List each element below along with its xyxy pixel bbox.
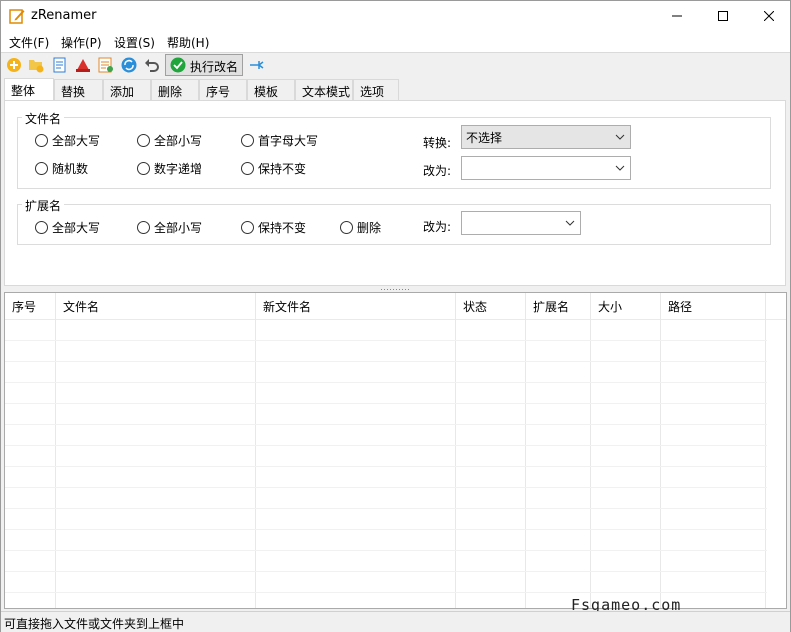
radio-filename-keep[interactable]: 保持不变 [241, 160, 306, 177]
extension-group [17, 204, 771, 245]
convert-select[interactable]: 不选择 [461, 125, 631, 149]
radio-dot[interactable] [35, 162, 48, 175]
tab-replace[interactable]: 替换 [54, 79, 103, 101]
menu-help[interactable]: 帮助(H) [167, 34, 209, 51]
copy-list-icon[interactable] [51, 56, 69, 74]
radio-dot[interactable] [241, 134, 254, 147]
row-divider [5, 340, 767, 341]
chevron-down-icon [615, 165, 625, 171]
maximize-button[interactable] [700, 1, 746, 31]
radio-filename-capitalize[interactable]: 首字母大写 [241, 132, 318, 149]
filename-change-select[interactable] [461, 156, 631, 180]
file-list-grid[interactable]: 序号 文件名 新文件名 状态 扩展名 大小 路径 [4, 292, 787, 609]
tab-text-mode[interactable]: 文本模式 [295, 79, 353, 101]
radio-dot[interactable] [241, 221, 254, 234]
row-divider [5, 424, 767, 425]
filename-group-title: 文件名 [22, 110, 65, 127]
title-bar: zRenamer [1, 1, 790, 31]
edit-list-icon[interactable] [97, 56, 115, 74]
row-divider [5, 592, 767, 593]
execute-rename-label: 执行改名 [190, 60, 239, 74]
execute-rename-button[interactable]: 执行改名 [165, 54, 243, 76]
app-window: zRenamer 文件(F) 操作(P) 设置(S) 帮助(H) 执行改名 整体… [0, 0, 791, 632]
menu-bar: 文件(F) 操作(P) 设置(S) 帮助(H) [1, 31, 790, 53]
convert-select-value: 不选择 [466, 131, 503, 145]
check-icon [170, 57, 186, 73]
row-divider [5, 571, 767, 572]
radio-filename-random[interactable]: 随机数 [35, 160, 88, 177]
tab-add[interactable]: 添加 [103, 79, 151, 101]
minimize-icon [672, 15, 682, 17]
minimize-button[interactable] [654, 1, 700, 31]
radio-dot[interactable] [241, 162, 254, 175]
radio-dot[interactable] [35, 221, 48, 234]
radio-filename-lowercase[interactable]: 全部小写 [137, 132, 202, 149]
row-divider [5, 550, 767, 551]
toolbar [1, 53, 790, 78]
close-button[interactable] [746, 1, 791, 31]
maximize-icon [718, 11, 728, 21]
row-divider [5, 508, 767, 509]
refresh-icon[interactable] [120, 56, 138, 74]
row-divider [5, 445, 767, 446]
row-divider [5, 361, 767, 362]
radio-dot[interactable] [35, 134, 48, 147]
close-icon [764, 11, 774, 21]
menu-settings[interactable]: 设置(S) [114, 34, 155, 51]
status-text: 可直接拖入文件或文件夹到上框中 [4, 617, 185, 631]
chevron-down-icon [565, 220, 575, 226]
tab-options[interactable]: 选项 [353, 79, 399, 101]
row-divider [5, 382, 767, 383]
radio-ext-lowercase[interactable]: 全部小写 [137, 219, 202, 236]
chevron-down-icon [615, 134, 625, 140]
tab-panel-overall: 文件名 全部大写 全部小写 首字母大写 随机数 数字递增 保持不变 转换: 不选… [4, 100, 786, 286]
add-folder-icon[interactable] [27, 56, 45, 74]
radio-ext-delete[interactable]: 删除 [340, 219, 381, 236]
radio-filename-uppercase[interactable]: 全部大写 [35, 132, 100, 149]
radio-dot[interactable] [137, 162, 150, 175]
radio-ext-uppercase[interactable]: 全部大写 [35, 219, 100, 236]
splitter-handle[interactable] [381, 288, 411, 291]
radio-filename-increment[interactable]: 数字递增 [137, 160, 202, 177]
tab-sequence[interactable]: 序号 [199, 79, 247, 101]
extension-group-title: 扩展名 [22, 197, 65, 214]
window-title: zRenamer [31, 8, 97, 23]
row-divider [5, 529, 767, 530]
convert-label: 转换: [423, 136, 452, 150]
ext-change-label: 改为: [423, 220, 452, 234]
status-bar: 可直接拖入文件或文件夹到上框中 [1, 611, 790, 632]
filename-change-label: 改为: [423, 164, 452, 178]
clear-icon[interactable] [74, 56, 92, 74]
row-divider [5, 466, 767, 467]
tab-delete[interactable]: 删除 [151, 79, 199, 101]
row-divider [5, 403, 767, 404]
radio-dot[interactable] [340, 221, 353, 234]
add-file-icon[interactable] [5, 56, 23, 74]
filename-group [17, 117, 771, 189]
menu-file[interactable]: 文件(F) [9, 34, 49, 51]
tab-template[interactable]: 模板 [247, 79, 295, 101]
undo-icon[interactable] [143, 56, 161, 74]
radio-dot[interactable] [137, 134, 150, 147]
app-logo-icon [9, 9, 25, 24]
radio-dot[interactable] [137, 221, 150, 234]
radio-ext-keep[interactable]: 保持不变 [241, 219, 306, 236]
ext-change-select[interactable] [461, 211, 581, 235]
row-divider [5, 487, 767, 488]
tab-overall[interactable]: 整体 [4, 78, 54, 102]
menu-operation[interactable]: 操作(P) [61, 34, 102, 51]
pin-icon[interactable] [247, 56, 265, 74]
